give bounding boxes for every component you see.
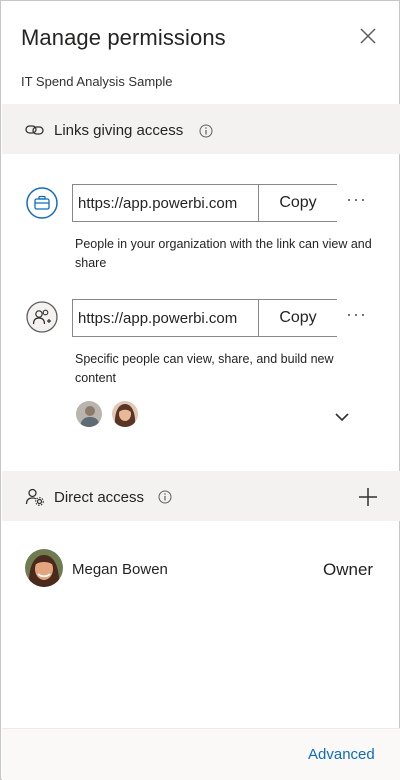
- people-add-icon: [26, 301, 58, 333]
- person-role[interactable]: Owner: [323, 560, 373, 580]
- advanced-link[interactable]: Advanced: [308, 746, 375, 763]
- link-description-specific: Specific people can view, share, and bui…: [75, 352, 334, 385]
- more-options-icon[interactable]: ···: [346, 189, 367, 210]
- more-options-icon[interactable]: ···: [346, 304, 367, 325]
- copy-button-specific[interactable]: Copy: [259, 300, 337, 336]
- link-url-box-org: Copy: [72, 184, 337, 222]
- avatar[interactable]: [76, 401, 102, 427]
- copy-button-org[interactable]: Copy: [259, 185, 337, 221]
- avatar[interactable]: [112, 401, 138, 427]
- panel-title: Manage permissions: [21, 25, 226, 50]
- close-icon[interactable]: [357, 25, 379, 47]
- link-url-field-org[interactable]: [73, 185, 259, 221]
- add-icon[interactable]: [358, 487, 378, 507]
- link-url-box-specific: Copy: [72, 299, 337, 337]
- info-icon[interactable]: [199, 124, 213, 138]
- briefcase-icon: [26, 187, 58, 219]
- links-section-title: Links giving access: [54, 122, 184, 139]
- avatar: [25, 549, 63, 587]
- person-name: Megan Bowen: [72, 561, 168, 578]
- report-name: IT Spend Analysis Sample: [21, 74, 173, 89]
- chevron-down-icon[interactable]: [334, 411, 350, 423]
- direct-access-title: Direct access: [54, 489, 145, 506]
- manage-permissions-panel: Manage permissions IT Spend Analysis Sam…: [0, 0, 400, 780]
- link-url-field-specific[interactable]: [73, 300, 259, 336]
- link-icon: [25, 125, 44, 135]
- link-description-org: People in your organization with the lin…: [75, 237, 372, 270]
- person-settings-icon: [25, 488, 44, 506]
- info-icon[interactable]: [158, 490, 172, 504]
